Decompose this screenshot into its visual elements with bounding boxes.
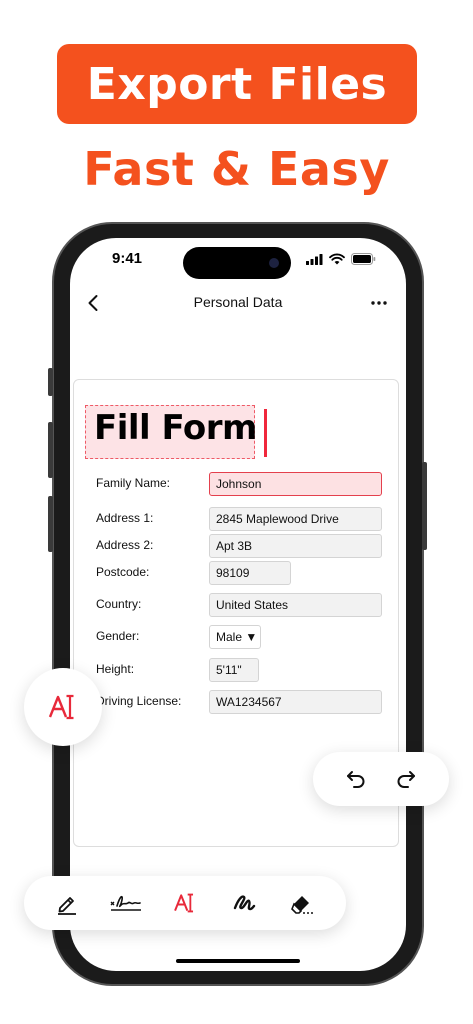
- label-gender: Gender:: [96, 629, 140, 643]
- tool-text[interactable]: [165, 883, 205, 923]
- undo-button[interactable]: [336, 759, 376, 799]
- signature-icon: [110, 895, 142, 911]
- tool-signature[interactable]: [106, 883, 146, 923]
- promo-subline: Fast & Easy: [83, 142, 390, 196]
- address1-field[interactable]: 2845 Maplewood Drive: [209, 507, 382, 531]
- page-title: Personal Data: [193, 294, 283, 310]
- promo-headline-banner: Export Files: [57, 44, 417, 124]
- label-address2: Address 2:: [96, 538, 154, 552]
- text-tool-icon: [174, 893, 194, 913]
- gender-select[interactable]: Male ▼: [209, 625, 261, 649]
- phone-power-button: [422, 462, 427, 550]
- country-field[interactable]: United States: [209, 593, 382, 617]
- label-family-name: Family Name:: [96, 476, 171, 490]
- status-icons: [306, 253, 376, 265]
- more-button[interactable]: [364, 288, 394, 318]
- text-caret: [264, 409, 267, 457]
- phone-volume-up: [48, 422, 53, 478]
- label-height: Height:: [96, 662, 135, 676]
- text-tool-icon: [48, 694, 74, 720]
- eraser-icon: [290, 896, 314, 914]
- promo-headline: Export Files: [86, 58, 388, 110]
- pen-icon: [58, 897, 77, 915]
- text-tool-fab[interactable]: [24, 668, 102, 746]
- tool-eraser[interactable]: [283, 883, 323, 923]
- undo-redo-group: [313, 752, 449, 806]
- height-field[interactable]: 5'11": [209, 658, 259, 682]
- form-title[interactable]: Fill Form: [94, 408, 257, 448]
- phone-action-button: [48, 368, 53, 396]
- redo-button[interactable]: [386, 759, 426, 799]
- wifi-icon: [329, 253, 345, 265]
- label-address1: Address 1:: [96, 511, 154, 525]
- status-time: 9:41: [112, 250, 143, 267]
- undo-icon: [347, 771, 365, 788]
- label-postcode: Postcode:: [96, 565, 150, 579]
- tool-pen[interactable]: [47, 883, 87, 923]
- redo-icon: [397, 771, 415, 788]
- address2-field[interactable]: Apt 3B: [209, 534, 382, 558]
- signal-icon: [306, 253, 323, 265]
- label-driving-license: Driving License:: [96, 694, 182, 708]
- tool-draw[interactable]: [224, 883, 264, 923]
- postcode-field[interactable]: 98109: [209, 561, 291, 585]
- more-icon: [371, 301, 387, 305]
- phone-screen: 9:41 Personal Data Fill Form Family Name…: [70, 238, 406, 971]
- home-indicator: [176, 959, 300, 963]
- battery-icon: [351, 253, 376, 265]
- dynamic-island: [183, 247, 291, 279]
- driving-license-field[interactable]: WA1234567: [209, 690, 382, 714]
- annotation-toolbar: [24, 876, 346, 930]
- camera-icon: [269, 258, 279, 268]
- label-country: Country:: [96, 597, 142, 611]
- family-name-field[interactable]: Johnson: [209, 472, 382, 496]
- draw-icon: [233, 895, 255, 911]
- phone-volume-down: [48, 496, 53, 552]
